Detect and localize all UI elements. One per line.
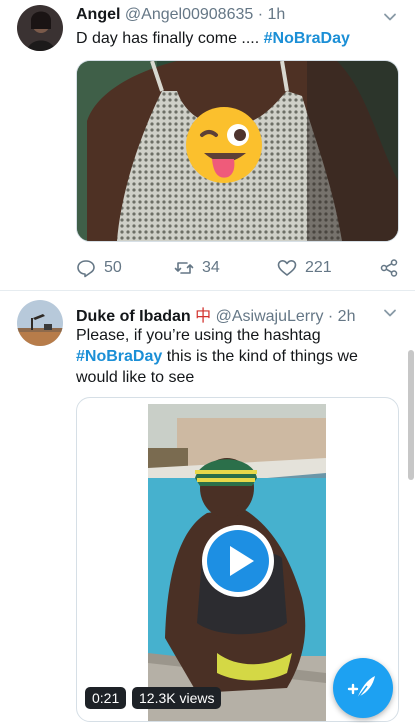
reply-count: 50 [104,259,122,276]
tweet-image[interactable] [76,60,399,242]
share-button[interactable] [379,258,399,278]
tweet-actions: 50 34 221 [76,258,401,280]
hashtag-link[interactable]: #NoBraDay [76,348,162,365]
view-count: 12.3K views [132,687,222,709]
play-icon[interactable] [200,523,276,599]
like-button[interactable]: 221 [277,258,332,278]
like-count: 221 [305,259,332,276]
tweet-text: Please, if you’re using the hashtag #NoB… [76,327,358,386]
timestamp[interactable]: 2h [338,308,356,325]
separator-dot: · [257,6,264,23]
tweet-header: Angel @Angel00908635 · 1h [76,6,285,24]
heart-icon [277,260,297,276]
retweet-icon [174,262,194,274]
display-name[interactable]: Angel [76,6,120,23]
tweet-1[interactable]: Angel @Angel00908635 · 1h D day has fina… [0,0,415,290]
reply-button[interactable]: 50 [76,258,122,278]
handle[interactable]: @Angel00908635 [125,6,253,23]
chevron-down-icon[interactable] [382,9,398,25]
scrollbar[interactable] [408,350,414,480]
compose-feather-icon [347,676,375,700]
separator-dot: · [327,308,334,325]
compose-tweet-button[interactable] [333,658,393,718]
winking-face-tongue-emoji-icon [186,107,262,183]
retweet-button[interactable]: 34 [174,258,220,278]
timestamp[interactable]: 1h [268,6,286,23]
avatar[interactable] [17,5,63,51]
avatar[interactable] [17,300,63,346]
tweet-text: D day has finally come .... #NoBraDay [76,30,350,47]
display-name[interactable]: Duke of Ibadan [76,308,191,325]
tweet-header: Duke of Ibadan 中 @AsiwajuLerry · 2h [76,302,355,326]
retweet-count: 34 [202,259,220,276]
video-duration: 0:21 [85,687,127,709]
share-icon [380,259,398,277]
chevron-down-icon[interactable] [382,305,398,321]
hashtag-link[interactable]: #NoBraDay [264,30,350,47]
handle[interactable]: @AsiwajuLerry [216,308,324,325]
reply-icon [77,260,95,278]
flag-emoji: 中 [195,308,212,325]
tweet-2[interactable]: Duke of Ibadan 中 @AsiwajuLerry · 2h Plea… [0,291,415,722]
